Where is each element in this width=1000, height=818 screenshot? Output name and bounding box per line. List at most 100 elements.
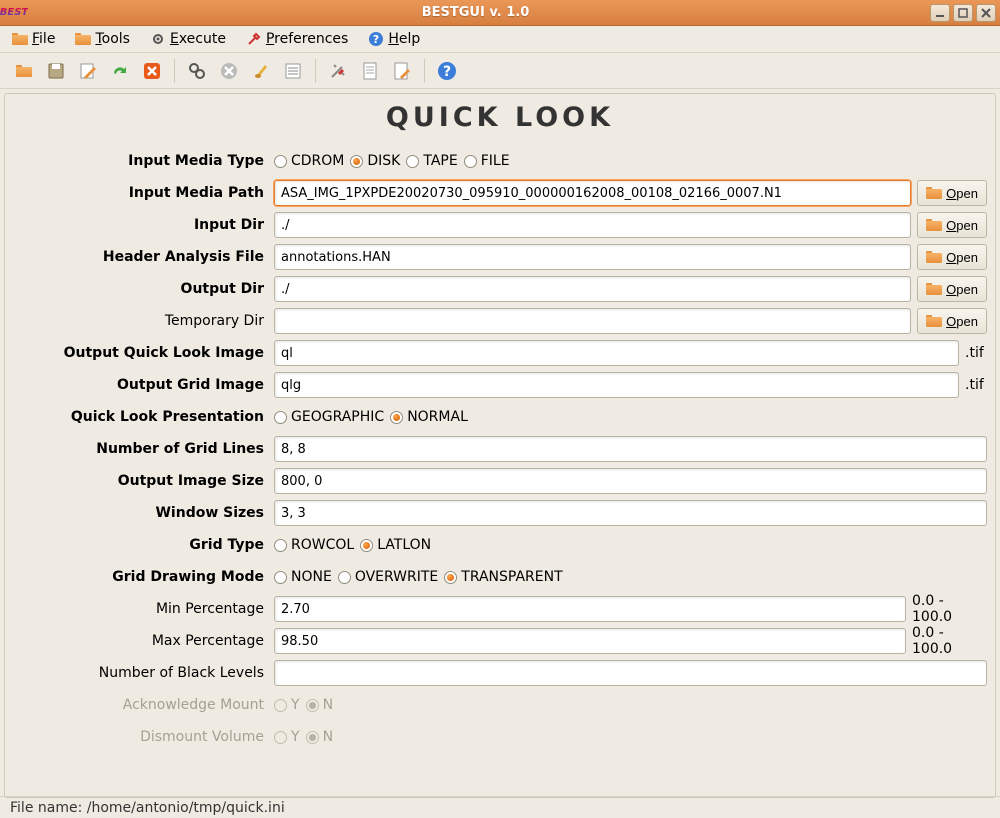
label-min-pct: Min Percentage	[13, 601, 268, 617]
svg-text:?: ?	[373, 33, 379, 46]
open-header-file-button[interactable]: Open	[917, 244, 987, 270]
input-media-path[interactable]	[274, 180, 911, 206]
label-temp-dir: Temporary Dir	[13, 313, 268, 329]
label-black-levels: Number of Black Levels	[13, 665, 268, 681]
toolbar-help-icon[interactable]: ?	[433, 57, 461, 85]
menu-preferences[interactable]: Preferences	[242, 29, 352, 49]
toolbar-doc-icon[interactable]	[356, 57, 384, 85]
max-percentage[interactable]	[274, 628, 906, 654]
svg-text:?: ?	[443, 64, 451, 80]
radio-dis-y: Y	[274, 729, 300, 745]
titlebar: BEST BESTGUI v. 1.0	[0, 0, 1000, 26]
label-input-dir: Input Dir	[13, 217, 268, 233]
toolbar-stop-icon[interactable]	[138, 57, 166, 85]
radio-overwrite[interactable]: OVERWRITE	[338, 569, 438, 585]
radio-transparent[interactable]: TRANSPARENT	[444, 569, 562, 585]
toolbar-clear-icon[interactable]	[247, 57, 275, 85]
folder-icon	[926, 187, 942, 199]
form: Input Media Type CDROM DISK TAPE FILE In…	[9, 145, 991, 753]
maximize-button[interactable]	[953, 4, 973, 22]
folder-icon	[926, 283, 942, 295]
num-grid-lines[interactable]	[274, 436, 987, 462]
toolbar-save-icon[interactable]	[42, 57, 70, 85]
folder-icon	[926, 315, 942, 327]
gear-icon	[150, 31, 166, 47]
toolbar-separator	[424, 59, 425, 83]
app-logo: BEST	[4, 3, 24, 23]
toolbar-edit-icon[interactable]	[74, 57, 102, 85]
tools-icon	[75, 31, 91, 47]
label-output-dir: Output Dir	[13, 281, 268, 297]
label-window-sizes: Window Sizes	[13, 505, 268, 521]
help-icon: ?	[368, 31, 384, 47]
toolbar-cancel-icon[interactable]	[215, 57, 243, 85]
label-input-media-path: Input Media Path	[13, 185, 268, 201]
open-media-path-button[interactable]: Open	[917, 180, 987, 206]
menu-execute[interactable]: Execute	[146, 29, 230, 49]
temporary-dir[interactable]	[274, 308, 911, 334]
header-file[interactable]	[274, 244, 911, 270]
label-ql-image: Output Quick Look Image	[13, 345, 268, 361]
wrench-icon	[246, 31, 262, 47]
num-black-levels[interactable]	[274, 660, 987, 686]
min-percentage[interactable]	[274, 596, 906, 622]
radios-media-type: CDROM DISK TAPE FILE	[274, 153, 987, 169]
radio-cdrom[interactable]: CDROM	[274, 153, 344, 169]
open-input-dir-button[interactable]: Open	[917, 212, 987, 238]
page-title: QUICK LOOK	[9, 102, 991, 133]
open-output-dir-button[interactable]: Open	[917, 276, 987, 302]
menubar: File Tools Execute Preferences ? Help	[0, 26, 1000, 53]
label-max-pct: Max Percentage	[13, 633, 268, 649]
label-grid-type: Grid Type	[13, 537, 268, 553]
suffix-tif: .tif	[965, 377, 987, 393]
output-image-size[interactable]	[274, 468, 987, 494]
statusbar: File name: /home/antonio/tmp/quick.ini	[0, 796, 1000, 818]
status-text: File name: /home/antonio/tmp/quick.ini	[10, 800, 285, 816]
radio-rowcol[interactable]: ROWCOL	[274, 537, 354, 553]
toolbar-open-icon[interactable]	[10, 57, 38, 85]
toolbar-separator	[315, 59, 316, 83]
menu-tools[interactable]: Tools	[71, 29, 134, 49]
radio-dis-n: N	[306, 729, 333, 745]
label-grid-lines: Number of Grid Lines	[13, 441, 268, 457]
open-temp-dir-button[interactable]: Open	[917, 308, 987, 334]
radio-normal[interactable]: NORMAL	[390, 409, 468, 425]
close-button[interactable]	[976, 4, 996, 22]
radio-latlon[interactable]: LATLON	[360, 537, 431, 553]
label-header-file: Header Analysis File	[13, 249, 268, 265]
file-icon	[12, 31, 28, 47]
ql-image[interactable]	[274, 340, 959, 366]
label-ack-mount: Acknowledge Mount	[13, 697, 268, 713]
label-image-size: Output Image Size	[13, 473, 268, 489]
content-panel: QUICK LOOK Input Media Type CDROM DISK T…	[4, 93, 996, 798]
menu-file[interactable]: File	[8, 29, 59, 49]
label-grid-image: Output Grid Image	[13, 377, 268, 393]
radio-none[interactable]: NONE	[274, 569, 332, 585]
radio-tape[interactable]: TAPE	[406, 153, 457, 169]
toolbar-gears-icon[interactable]	[183, 57, 211, 85]
hint-pct-range: 0.0 - 100.0	[912, 625, 987, 657]
window-sizes[interactable]	[274, 500, 987, 526]
label-presentation: Quick Look Presentation	[13, 409, 268, 425]
radio-disk[interactable]: DISK	[350, 153, 400, 169]
label-input-media-type: Input Media Type	[13, 153, 268, 169]
toolbar-separator	[174, 59, 175, 83]
menu-help[interactable]: ? Help	[364, 29, 424, 49]
toolbar-redo-icon[interactable]	[106, 57, 134, 85]
radio-ack-y: Y	[274, 697, 300, 713]
toolbar: ?	[0, 53, 1000, 89]
toolbar-settings-icon[interactable]	[324, 57, 352, 85]
folder-icon	[926, 251, 942, 263]
grid-image[interactable]	[274, 372, 959, 398]
hint-pct-range: 0.0 - 100.0	[912, 593, 987, 625]
input-dir[interactable]	[274, 212, 911, 238]
toolbar-list-icon[interactable]	[279, 57, 307, 85]
toolbar-doc-edit-icon[interactable]	[388, 57, 416, 85]
radio-file[interactable]: FILE	[464, 153, 510, 169]
output-dir[interactable]	[274, 276, 911, 302]
minimize-button[interactable]	[930, 4, 950, 22]
window-title: BESTGUI v. 1.0	[24, 5, 927, 20]
radio-ack-n: N	[306, 697, 333, 713]
radio-geographic[interactable]: GEOGRAPHIC	[274, 409, 384, 425]
suffix-tif: .tif	[965, 345, 987, 361]
